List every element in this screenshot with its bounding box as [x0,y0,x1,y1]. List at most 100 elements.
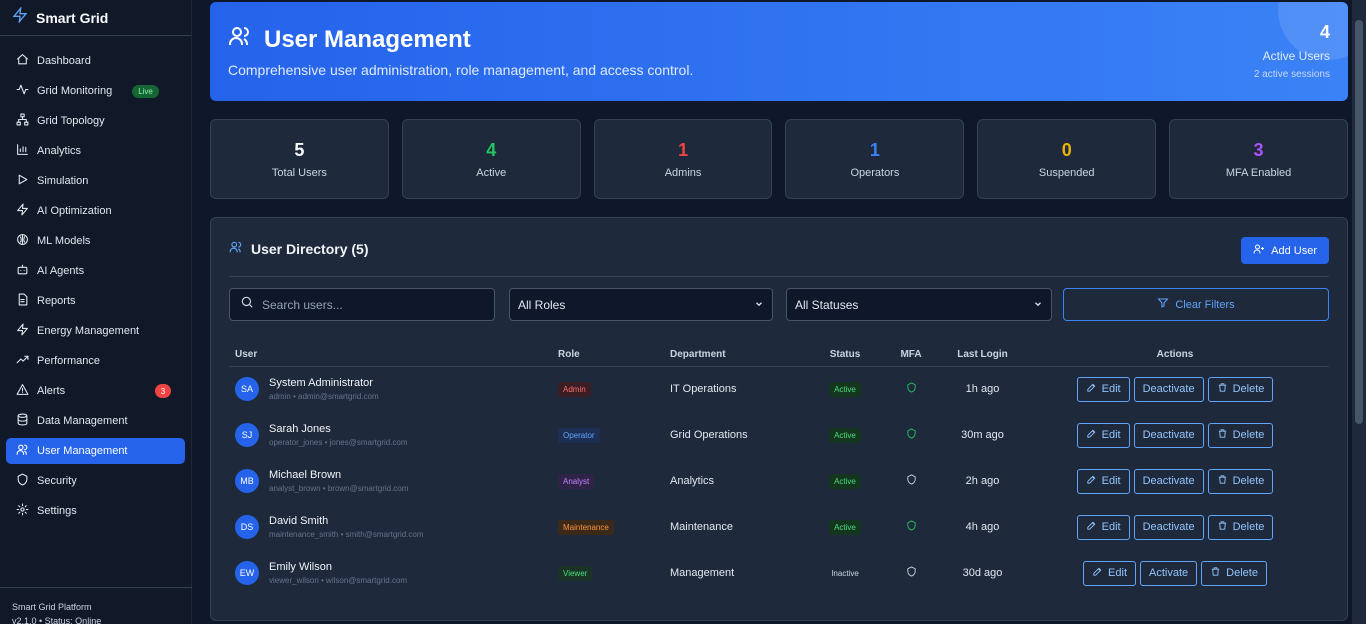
sidebar-item-grid-topology[interactable]: Grid Topology [6,108,185,134]
status-filter-value: All Statuses [795,297,859,312]
table-row: EW Emily Wilson viewer_wilson • wilson@sma… [229,550,1329,596]
sidebar-item-label: Settings [37,505,77,517]
shield-icon [906,474,917,488]
stat-value: 0 [1061,139,1072,160]
stat-card-mfa-enabled: 3 MFA Enabled [1169,119,1348,199]
search-icon [240,295,254,314]
chevron-down-icon [1033,298,1043,312]
edit-button[interactable]: Edit [1076,514,1130,540]
sidebar-item-simulation[interactable]: Simulation [6,168,185,194]
gear-icon [16,503,29,519]
sidebar-item-analytics[interactable]: Analytics [6,138,185,164]
sidebar-item-alerts[interactable]: Alerts 3 [6,378,185,404]
delete-button[interactable]: Delete [1207,514,1274,540]
toggle-status-button[interactable]: Deactivate [1133,376,1204,402]
trash-icon [1217,382,1228,396]
directory-title-text: User Directory (5) [251,240,369,257]
edit-label: Edit [1101,429,1121,441]
stat-label: Admins [664,166,702,179]
delete-button[interactable]: Delete [1207,468,1274,494]
page-title-text: User Management [264,25,471,53]
edit-button[interactable]: Edit [1076,422,1130,448]
sidebar: Smart Grid Dashboard Grid Monitoring Live G… [0,0,192,624]
clear-filters-button[interactable]: Clear Filters [1063,288,1329,321]
last-login-cell: 4h ago [965,521,1000,533]
edit-button[interactable]: Edit [1076,376,1130,402]
toggle-status-button[interactable]: Activate [1140,560,1198,586]
network-icon [16,113,29,129]
col-department: Department [670,344,812,367]
active-sessions: 2 active sessions [1253,69,1330,80]
sidebar-item-user-management[interactable]: User Management [6,438,185,464]
sidebar-item-label: Energy Management [37,325,140,337]
clear-filters-label: Clear Filters [1175,298,1235,311]
users-icon [228,24,252,55]
user-meta: admin • admin@smartgrid.com [269,392,379,402]
edit-icon [1092,566,1103,580]
role-cell: Viewer [558,550,670,596]
scrollbar-thumb[interactable] [1355,20,1363,424]
platform-name: Smart Grid Platform [12,602,92,612]
sidebar-item-security[interactable]: Security [6,468,185,494]
edit-button[interactable]: Edit [1076,468,1130,494]
sidebar-item-grid-monitoring[interactable]: Grid Monitoring Live [6,78,185,104]
status-badge: Active [829,381,861,397]
user-name: Michael Brown [269,469,342,481]
sidebar-item-dashboard[interactable]: Dashboard [6,48,185,74]
search-field[interactable] [229,288,495,321]
active-users-label: Active Users [1262,49,1330,63]
sidebar-item-data-management[interactable]: Data Management [6,408,185,434]
add-user-label: Add User [1271,244,1317,257]
table-row: SA System Administrator admin • admin@smar… [229,366,1329,412]
sidebar-item-settings[interactable]: Settings [6,498,185,524]
sidebar-item-label: AI Agents [37,265,85,277]
role-cell: Operator [558,412,670,458]
toggle-status-button[interactable]: Deactivate [1133,422,1204,448]
delete-button[interactable]: Delete [1207,422,1274,448]
trash-icon [1210,566,1221,580]
page-scrollbar[interactable] [1352,0,1366,624]
sidebar-footer: Smart Grid Platform v2.1.0 • Status: Onl… [0,587,192,624]
toggle-status-label: Activate [1149,567,1189,579]
add-user-button[interactable]: Add User [1241,237,1329,264]
active-users-summary: 4 Active Users 2 active sessions [1254,22,1330,80]
table-header-row: User Role Department Status MFA Last Log… [229,344,1329,367]
avatar: EW [235,561,259,585]
edit-button[interactable]: Edit [1083,560,1137,586]
user-name: System Administrator [269,377,373,390]
actions-cell: Edit Deactivate Delete [1021,504,1329,550]
user-name: Sarah Jones [269,423,331,435]
toggle-status-button[interactable]: Deactivate [1133,468,1204,494]
sidebar-item-ml-models[interactable]: ML Models [6,228,185,254]
bar-chart-icon [16,143,29,159]
role-filter-select[interactable]: All Roles [509,288,773,321]
table-row: SJ Sarah Jones operator_jones • jones@smar… [229,412,1329,458]
toggle-status-label: Deactivate [1142,521,1195,533]
department-cell: IT Operations [670,383,737,396]
sidebar-item-ai-optimization[interactable]: AI Optimization [6,198,185,224]
user-plus-icon [1253,243,1265,258]
trending-icon [16,353,29,369]
sidebar-item-ai-agents[interactable]: AI Agents [6,258,185,284]
last-login-cell: 1h ago [965,383,1000,396]
mfa-cell [878,366,944,412]
stats-row: 5 Total Users 4 Active 1 Admins 1 Operators 0 Sus… [210,119,1348,199]
platform-version: v2.1.0 • Status: Online [12,616,102,624]
trash-icon [1217,520,1228,534]
sidebar-item-performance[interactable]: Performance [6,348,185,374]
toggle-status-label: Deactivate [1142,475,1195,487]
stat-value: 5 [294,139,305,160]
sidebar-item-reports[interactable]: Reports [6,288,185,314]
delete-button[interactable]: Delete [1201,560,1267,586]
bolt-logo-icon [12,6,28,28]
sidebar-item-label: User Management [37,445,128,457]
sidebar-item-energy-management[interactable]: Energy Management [6,318,185,344]
toggle-status-button[interactable]: Deactivate [1133,514,1204,540]
delete-button[interactable]: Delete [1207,376,1274,402]
home-icon [16,53,29,69]
user-meta: viewer_wilson • wilson@smartgrid.com [269,576,408,585]
search-input[interactable] [262,297,482,312]
brand[interactable]: Smart Grid [0,0,191,36]
directory-title: User Directory (5) [229,240,369,257]
status-filter-select[interactable]: All Statuses [786,288,1052,321]
